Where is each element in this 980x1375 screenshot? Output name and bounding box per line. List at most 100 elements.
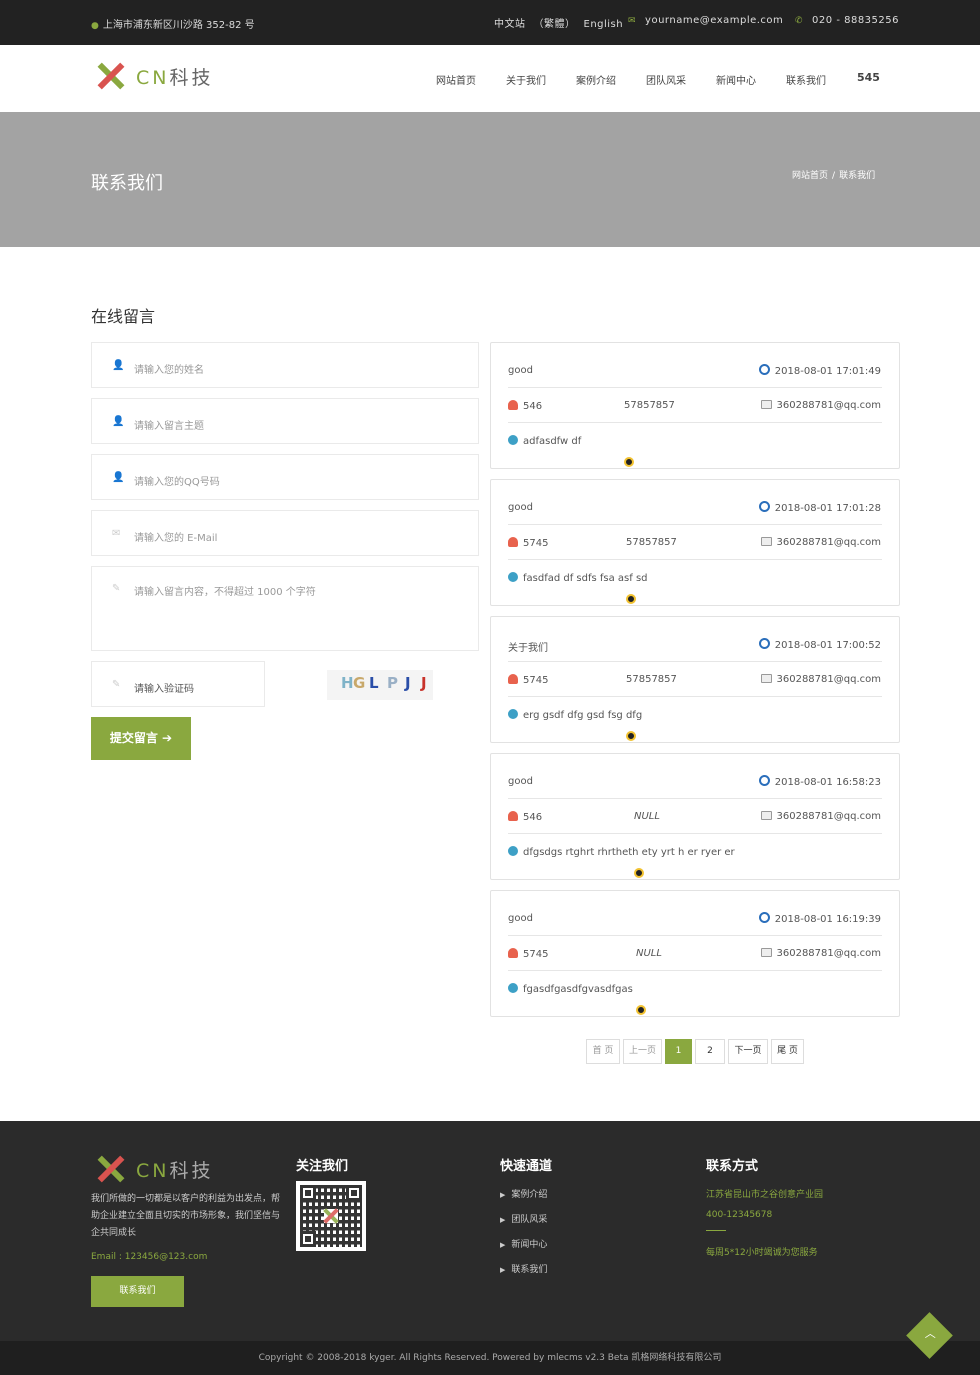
user-icon xyxy=(508,400,518,410)
footer-contact-button[interactable]: 联系我们 xyxy=(91,1276,184,1307)
email-input[interactable]: ✉ 请输入您的 E-Mail xyxy=(91,510,479,556)
top-address: ● 上海市浦东新区川沙路 352-82 号 xyxy=(91,20,255,31)
caret-right-icon: ▶ xyxy=(500,1216,506,1224)
content-textarea[interactable]: ✎ 请输入留言内容，不得超过 1000 个字符 xyxy=(91,566,479,651)
qq-input[interactable]: 👤 请输入您的QQ号码 xyxy=(91,454,479,500)
user-icon xyxy=(508,948,518,958)
nav-cases[interactable]: 案例介绍 xyxy=(576,72,616,87)
quick-link-news[interactable]: ▶ 新闻中心 xyxy=(500,1237,547,1250)
chat-bubble-icon xyxy=(508,709,518,719)
nav-545[interactable]: 545 xyxy=(857,71,880,84)
subject-input[interactable]: 👤 请输入留言主题 xyxy=(91,398,479,444)
top-phone: ✆ 020 - 88835256 xyxy=(795,15,899,26)
nav-contact[interactable]: 联系我们 xyxy=(786,72,826,87)
chat-bubble-icon xyxy=(508,435,518,445)
message-card: good 2018-08-01 17:01:28 5745 57857857 3… xyxy=(490,479,900,606)
message-time: 2018-08-01 16:58:23 xyxy=(758,775,881,788)
caret-right-icon: ▶ xyxy=(500,1266,506,1274)
message-subject: good xyxy=(508,365,533,376)
page-2[interactable]: 2 xyxy=(695,1039,725,1064)
nav-about[interactable]: 关于我们 xyxy=(506,72,546,87)
page-last[interactable]: 尾 页 xyxy=(771,1039,804,1064)
lang-en-link[interactable]: English xyxy=(584,19,624,30)
quick-link-contact[interactable]: ▶ 联系我们 xyxy=(500,1262,547,1275)
message-author: 546 xyxy=(508,811,542,823)
user-icon: 👤 xyxy=(112,416,125,427)
message-card: 关于我们 2018-08-01 17:00:52 5745 57857857 3… xyxy=(490,616,900,743)
site-logo[interactable]: CN科技 xyxy=(96,62,214,90)
qq-icon xyxy=(626,594,636,604)
nav-news[interactable]: 新闻中心 xyxy=(716,72,756,87)
message-qq: NULL xyxy=(634,811,660,878)
user-icon: 👤 xyxy=(112,472,125,483)
page-first[interactable]: 首 页 xyxy=(586,1039,620,1064)
message-card: good 2018-08-01 17:01:49 546 57857857 36… xyxy=(490,342,900,469)
location-pin-icon: ● xyxy=(91,21,99,31)
qq-icon xyxy=(636,1005,646,1015)
message-time: 2018-08-01 17:01:49 xyxy=(758,364,881,377)
logo-x-icon xyxy=(96,62,125,90)
clock-icon xyxy=(758,364,770,375)
message-content: dfgsdgs rtghrt rhrtheth ety yrt h er rye… xyxy=(508,846,735,858)
page-next[interactable]: 下一页 xyxy=(728,1039,768,1064)
message-email: 360288781@qq.com xyxy=(760,811,881,822)
message-time: 2018-08-01 16:19:39 xyxy=(758,912,881,925)
user-icon xyxy=(508,537,518,547)
captcha-input[interactable]: ✎ 请输入验证码 xyxy=(91,661,265,707)
caret-right-icon: ▶ xyxy=(500,1191,506,1199)
logo-x-icon xyxy=(96,1155,125,1183)
edit-icon: ✎ xyxy=(112,583,121,594)
site-footer: CN科技 我们所做的一切都是以客户的利益为出发点，帮助企业建立全面且切实的市场形… xyxy=(0,1121,980,1341)
copyright: Copyright © 2008-2018 kyger. All Rights … xyxy=(0,1341,980,1375)
lang-tw-link[interactable]: （繁體） xyxy=(534,19,576,30)
quick-links-title: 快速通道 xyxy=(500,1159,553,1174)
nav-home[interactable]: 网站首页 xyxy=(436,72,476,87)
message-content: fasdfad df sdfs fsa asf sd xyxy=(508,572,648,584)
top-phone-number: 020 - 88835256 xyxy=(812,15,899,26)
top-bar: ● 上海市浦东新区川沙路 352-82 号 中文站 （繁體） English ✉ you… xyxy=(0,0,980,45)
message-email: 360288781@qq.com xyxy=(760,948,881,959)
qq-icon xyxy=(626,731,636,741)
page-prev[interactable]: 上一页 xyxy=(623,1039,662,1064)
qq-icon xyxy=(624,457,634,467)
page-1[interactable]: 1 xyxy=(665,1039,692,1064)
message-subject: 关于我们 xyxy=(508,643,548,654)
contact-title: 联系方式 xyxy=(706,1159,759,1174)
phone-icon: ✆ xyxy=(795,16,804,26)
message-subject: good xyxy=(508,776,533,787)
message-time: 2018-08-01 17:00:52 xyxy=(758,638,881,651)
top-email-link[interactable]: yourname@example.com xyxy=(645,15,783,26)
footer-description: 我们所做的一切都是以客户的利益为出发点，帮助企业建立全面且切实的市场形象，我们坚… xyxy=(91,1194,281,1238)
footer-email[interactable]: Email : 123456@123.com xyxy=(91,1252,207,1262)
message-card: good 2018-08-01 16:19:39 5745 NULL 36028… xyxy=(490,890,900,1017)
envelope-icon xyxy=(760,674,772,683)
name-input[interactable]: 👤 请输入您的姓名 xyxy=(91,342,479,388)
follow-title: 关注我们 xyxy=(296,1159,349,1174)
breadcrumb-home[interactable]: 网站首页 xyxy=(792,171,828,181)
user-icon: 👤 xyxy=(112,360,125,371)
clock-icon xyxy=(758,638,770,649)
message-author: 5745 xyxy=(508,674,548,686)
submit-button[interactable]: 提交留言 ➔ xyxy=(91,717,191,760)
chat-bubble-icon xyxy=(508,846,518,856)
edit-icon: ✎ xyxy=(112,679,121,690)
chevron-up-icon: ︿ xyxy=(924,1327,936,1341)
envelope-icon xyxy=(760,537,772,546)
service-hours: 每周5*12小时竭诚为您服务 xyxy=(706,1248,818,1258)
chat-bubble-icon xyxy=(508,983,518,993)
nav-team[interactable]: 团队风采 xyxy=(646,72,686,87)
footer-logo[interactable]: CN科技 xyxy=(96,1155,214,1183)
footer-address: 江苏省昆山市之谷创意产业园 400-12345678 xyxy=(706,1190,824,1220)
quick-links: ▶ 案例介绍 ▶ 团队风采 ▶ 新闻中心 ▶ 联系我们 xyxy=(500,1187,547,1287)
message-content: erg gsdf dfg gsd fsg dfg xyxy=(508,709,642,721)
message-qq: 57857857 xyxy=(626,674,677,741)
lang-cn-link[interactable]: 中文站 xyxy=(494,19,526,30)
envelope-icon xyxy=(760,948,772,957)
quick-link-cases[interactable]: ▶ 案例介绍 xyxy=(500,1187,547,1200)
clock-icon xyxy=(758,501,770,512)
captcha-image[interactable]: H G L P J J xyxy=(327,670,433,700)
divider xyxy=(706,1230,726,1231)
quick-link-team[interactable]: ▶ 团队风采 xyxy=(500,1212,547,1225)
message-qq: 57857857 xyxy=(626,537,677,604)
page-banner: 联系我们 网站首页 / 联系我们 xyxy=(0,112,980,247)
